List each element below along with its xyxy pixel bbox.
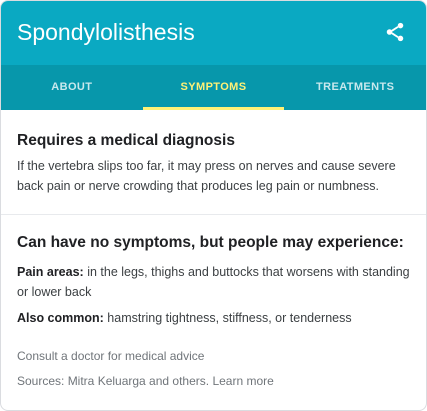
card-header: Spondylolisthesis bbox=[1, 1, 426, 65]
diagnosis-section: Requires a medical diagnosis If the vert… bbox=[1, 110, 426, 215]
condition-tabs: ABOUT SYMPTOMS TREATMENTS bbox=[1, 65, 426, 110]
also-common-label: Also common: bbox=[17, 311, 104, 325]
sources-line: Sources: Mitra Keluarga and others. Lear… bbox=[17, 371, 410, 391]
diagnosis-heading: Requires a medical diagnosis bbox=[17, 132, 235, 149]
also-common-text: hamstring tightness, stiffness, or tende… bbox=[103, 311, 352, 325]
symptoms-section: Can have no symptoms, but people may exp… bbox=[1, 215, 426, 391]
pain-areas-label: Pain areas: bbox=[17, 265, 84, 279]
share-icon[interactable] bbox=[384, 21, 406, 43]
tab-about[interactable]: ABOUT bbox=[1, 65, 143, 110]
also-common-row: Also common: hamstring tightness, stiffn… bbox=[17, 308, 410, 328]
tab-treatments[interactable]: TREATMENTS bbox=[284, 65, 426, 110]
tab-symptoms[interactable]: SYMPTOMS bbox=[142, 65, 285, 110]
diagnosis-description: If the vertebra slips too far, it may pr… bbox=[17, 159, 396, 193]
sources-text: Sources: Mitra Keluarga and others. bbox=[17, 374, 210, 388]
condition-title: Spondylolisthesis bbox=[17, 19, 195, 45]
symptoms-card: Spondylolisthesis ABOUT SYMPTOMS TREATME… bbox=[0, 0, 427, 411]
pain-areas-row: Pain areas: in the legs, thighs and butt… bbox=[17, 262, 410, 302]
medical-advice-note: Consult a doctor for medical advice bbox=[17, 349, 205, 363]
symptoms-heading: Can have no symptoms, but people may exp… bbox=[17, 234, 404, 251]
learn-more-link[interactable]: Learn more bbox=[212, 374, 273, 388]
